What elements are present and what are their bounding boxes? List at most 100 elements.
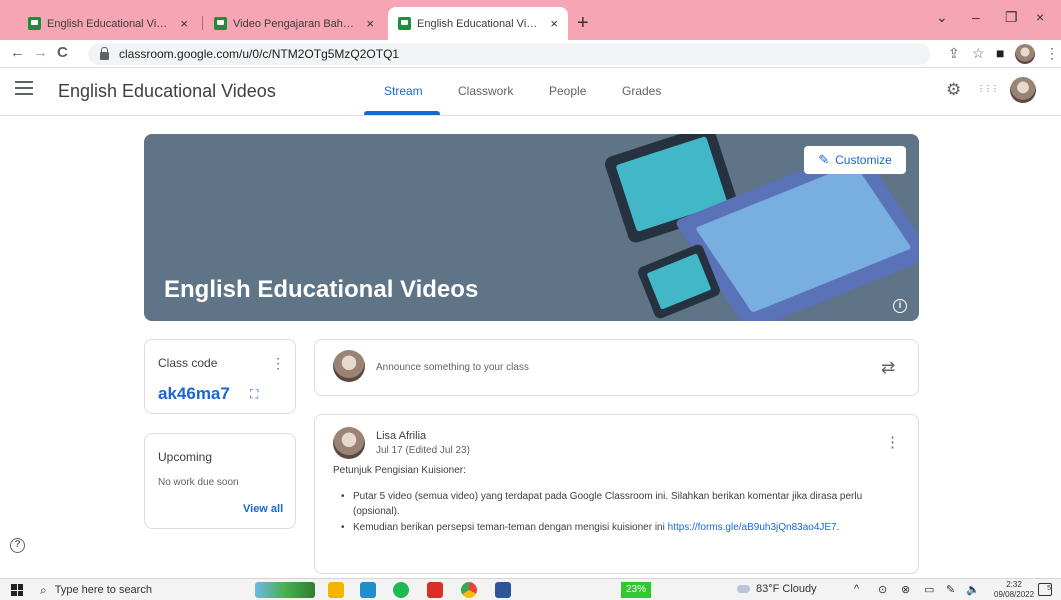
class-settings-icon[interactable]: ⚙ [946, 80, 961, 100]
forward-icon[interactable]: → [33, 44, 48, 61]
browser-menu-icon[interactable]: ⋮ [1045, 45, 1059, 62]
file-explorer-icon[interactable] [328, 582, 344, 598]
clock-time: 2:32 [1006, 580, 1022, 589]
class-code-label: Class code [158, 356, 218, 370]
account-avatar[interactable] [1010, 77, 1036, 103]
volume-icon[interactable]: 🔈 [966, 583, 980, 596]
taskbar-search-placeholder: Type here to search [54, 584, 152, 596]
user-avatar [333, 350, 365, 382]
weather-status[interactable]: 83°F Cloudy [737, 583, 817, 595]
tray-chevron-icon[interactable]: ^ [854, 583, 859, 595]
list-item: Putar 5 video (semua video) yang terdapa… [333, 489, 903, 519]
announce-placeholder[interactable]: Announce something to your class [376, 362, 529, 373]
share-icon[interactable]: ⇪ [948, 45, 960, 62]
pen-icon[interactable]: ✎ [946, 583, 955, 596]
help-icon[interactable]: ? [10, 538, 25, 553]
chrome-icon[interactable] [461, 582, 477, 598]
browser-tab-2[interactable]: Video Pengajaran Bahasa Inggris × [204, 7, 384, 40]
author-avatar [333, 427, 365, 459]
system-clock[interactable]: 2:32 09/08/2022 [994, 580, 1034, 600]
classroom-favicon-icon [398, 17, 411, 30]
minimize-icon[interactable]: – [972, 9, 980, 25]
windows-taskbar: ⌕ Type here to search 23% 83°F Cloudy ^ … [0, 578, 1061, 600]
post-instructions-list: Putar 5 video (semua video) yang terdapa… [333, 489, 903, 536]
reload-icon[interactable]: C [57, 44, 68, 61]
taskbar-search[interactable]: ⌕ Type here to search [40, 579, 152, 600]
weather-widget-icon[interactable] [255, 582, 315, 598]
list-item-end: . [836, 522, 840, 533]
tab-search-icon[interactable]: ⌄ [936, 9, 948, 26]
close-window-icon[interactable]: × [1036, 9, 1044, 25]
pencil-icon: ✎ [818, 152, 830, 167]
browser-profile-avatar[interactable] [1015, 44, 1035, 64]
url-text: classroom.google.com/u/0/c/NTM2OTg5MzQ2O… [119, 47, 400, 61]
browser-tab-3-active[interactable]: English Educational Videos × [388, 7, 568, 40]
browser-tab-title: English Educational Videos [417, 17, 543, 30]
upcoming-empty-text: No work due soon [158, 477, 239, 488]
location-icon: ⊙ [878, 584, 888, 596]
search-icon: ⌕ [40, 582, 47, 597]
list-item-text: Kemudian berikan persepsi teman-teman de… [353, 522, 668, 533]
upcoming-card: Upcoming No work due soon View all [144, 433, 296, 529]
info-icon[interactable]: i [893, 299, 907, 313]
class-code-more-icon[interactable]: ⋮ [271, 355, 285, 372]
browser-tab-title: English Educational Video (Vide [47, 17, 173, 30]
upcoming-title: Upcoming [158, 450, 213, 464]
classroom-favicon-icon [214, 17, 227, 30]
classroom-favicon-icon [28, 17, 41, 30]
post-date: Jul 17 (Edited Jul 23) [376, 445, 470, 456]
tab-grades[interactable]: Grades [622, 84, 661, 98]
customize-button[interactable]: ✎ Customize [804, 146, 906, 174]
restore-icon[interactable]: ❐ [1005, 9, 1018, 26]
list-item: Kemudian berikan persepsi teman-teman de… [333, 520, 903, 535]
display-code-fullscreen-icon[interactable]: ⛶ [250, 387, 258, 402]
spotify-icon[interactable] [393, 582, 409, 598]
class-name-title[interactable]: English Educational Videos [58, 81, 276, 102]
lock-icon [100, 47, 109, 60]
class-code-card: Class code ⋮ ak46ma7 ⛶ [144, 339, 296, 414]
post-intro: Petunjuk Pengisian Kuisioner: [333, 465, 466, 476]
google-apps-icon[interactable]: ⋮⋮⋮ [977, 84, 999, 93]
reuse-post-icon[interactable]: ⇄ [881, 358, 895, 378]
browser-tab-title: Video Pengajaran Bahasa Inggris [233, 17, 359, 30]
notification-center-icon[interactable]: 5 [1038, 583, 1052, 596]
announce-card[interactable]: Announce something to your class ⇄ [314, 339, 919, 396]
word-icon[interactable] [495, 582, 511, 598]
tab-separator [202, 16, 203, 30]
battery-percentage: 23% [621, 582, 651, 598]
battery-icon[interactable]: ▭ [924, 583, 934, 596]
address-bar[interactable]: classroom.google.com/u/0/c/NTM2OTg5MzQ2O… [88, 43, 930, 65]
new-tab-icon[interactable]: + [577, 12, 589, 35]
announcement-post: Lisa Afrilia Jul 17 (Edited Jul 23) ⋮ Pe… [314, 414, 919, 574]
tab-stream[interactable]: Stream [384, 84, 423, 98]
tab-classwork[interactable]: Classwork [458, 84, 513, 98]
browser-tab-bar: English Educational Video (Vide × Video … [0, 0, 1061, 40]
browser-tab-1[interactable]: English Educational Video (Vide × [18, 7, 198, 40]
class-banner: English Educational Videos ✎ Customize i [144, 134, 919, 321]
post-author: Lisa Afrilia [376, 430, 427, 442]
main-menu-icon[interactable] [15, 81, 33, 95]
customize-label: Customize [835, 153, 892, 167]
clock-date: 09/08/2022 [994, 590, 1035, 599]
class-code-value: ak46ma7 [158, 384, 230, 403]
tab-close-icon[interactable]: × [180, 16, 188, 31]
side-panel-icon[interactable]: ■ [996, 45, 1004, 61]
tab-close-icon[interactable]: × [366, 16, 374, 31]
back-icon[interactable]: ← [10, 44, 25, 61]
weather-text: 83°F Cloudy [756, 583, 817, 595]
banner-title: English Educational Videos [164, 276, 479, 303]
windows-start-icon[interactable] [11, 584, 23, 596]
media-app-icon[interactable] [427, 582, 443, 598]
learning-app-icon[interactable] [360, 582, 376, 598]
questionnaire-link[interactable]: https://forms.gle/aB9uh3jQn83ao4JE7 [668, 522, 837, 533]
tab-people[interactable]: People [549, 84, 586, 98]
view-all-link[interactable]: View all [243, 503, 283, 515]
post-options-icon[interactable]: ⋮ [885, 433, 900, 451]
classroom-header: English Educational Videos Stream Classw… [0, 68, 1061, 116]
bookmark-star-icon[interactable]: ☆ [972, 45, 985, 62]
browser-toolbar: ← → C classroom.google.com/u/0/c/NTM2OTg… [0, 40, 1061, 68]
network-icon[interactable]: ⊗ [901, 583, 910, 596]
cloud-icon [737, 585, 750, 593]
active-tab-indicator [364, 111, 440, 115]
tab-close-icon[interactable]: × [550, 16, 558, 31]
